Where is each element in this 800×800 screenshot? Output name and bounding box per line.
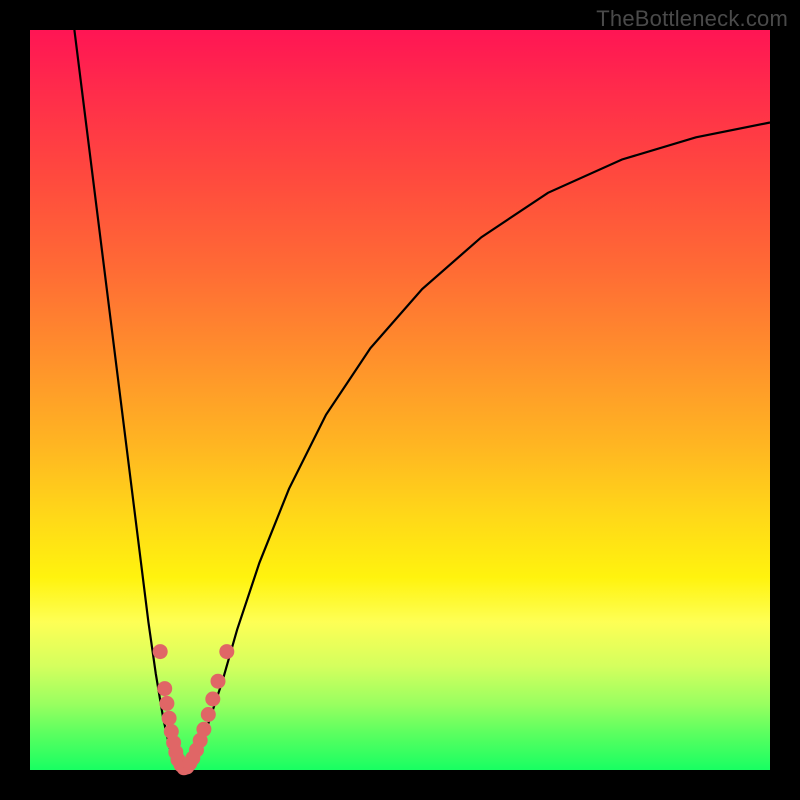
data-point: [162, 711, 177, 726]
data-point: [157, 681, 172, 696]
bottleneck-curve: [74, 30, 770, 770]
chart-plot-area: [30, 30, 770, 770]
data-point: [205, 692, 220, 707]
watermark-text: TheBottleneck.com: [596, 6, 788, 32]
data-point: [211, 674, 226, 689]
data-point: [159, 696, 174, 711]
data-point: [201, 707, 216, 722]
data-point: [219, 644, 234, 659]
data-points-group: [153, 644, 235, 775]
chart-svg: [30, 30, 770, 770]
data-point: [196, 722, 211, 737]
data-point: [153, 644, 168, 659]
chart-frame: TheBottleneck.com: [0, 0, 800, 800]
